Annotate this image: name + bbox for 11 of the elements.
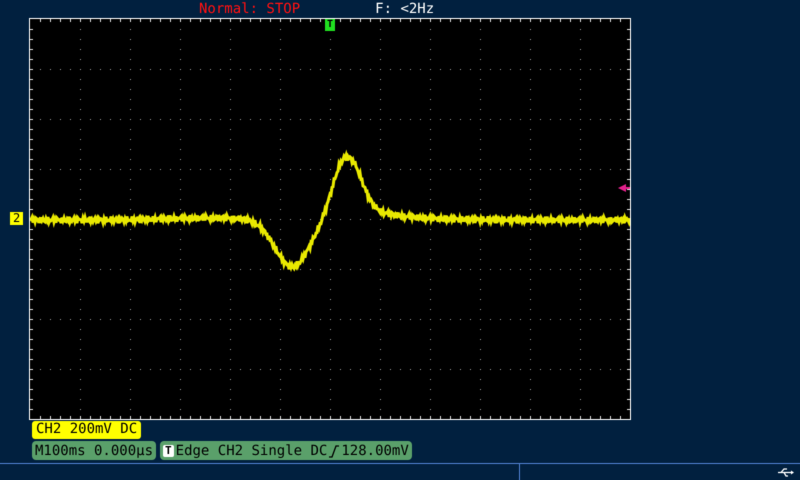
frequency-readout: F: <2Hz xyxy=(375,1,434,17)
channel-marker: 2 xyxy=(10,212,24,225)
usb-icon xyxy=(778,468,794,476)
trigger-position-marker: T xyxy=(325,19,336,31)
trigger-mode-text: Edge CH2 Single DC xyxy=(176,442,328,460)
channel-scale-label: CH2 200mV DC xyxy=(32,421,142,439)
acquisition-status: Normal: STOP xyxy=(199,1,300,17)
trigger-badge: T xyxy=(163,444,174,456)
timebase-label: M100ms 0.000µs xyxy=(32,441,156,460)
rising-edge-icon xyxy=(329,444,340,458)
trigger-level-text: 128.00mV xyxy=(341,442,409,460)
